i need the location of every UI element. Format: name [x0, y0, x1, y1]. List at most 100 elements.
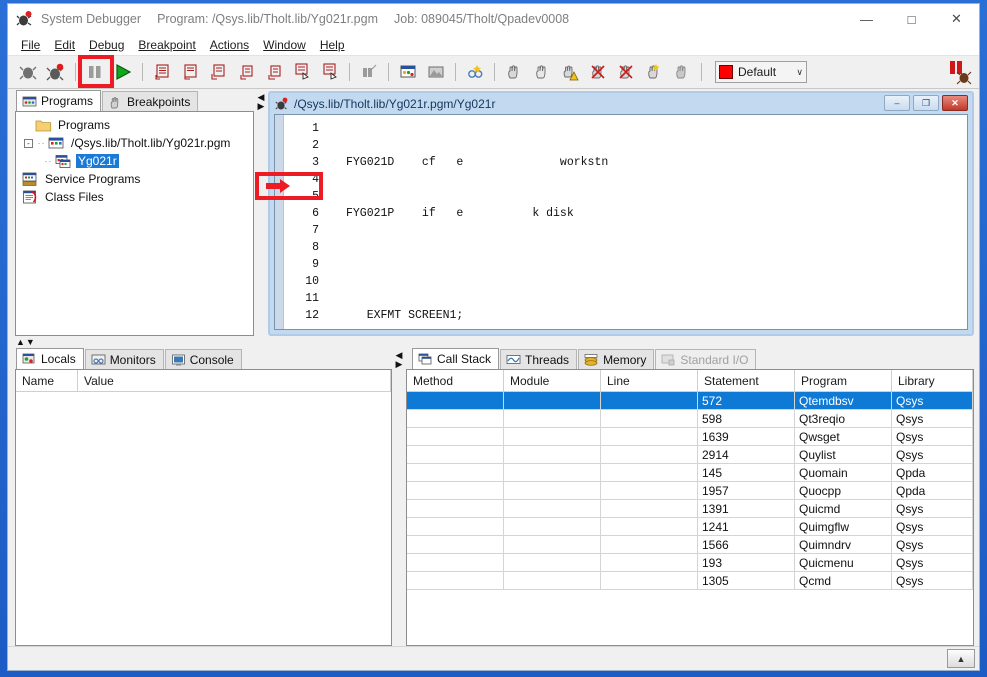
column-header-value[interactable]: Value: [78, 370, 391, 392]
run-to-cursor-icon[interactable]: [318, 60, 342, 84]
cell-statement: 1566: [698, 536, 795, 554]
remove-breakpoint-icon[interactable]: [586, 60, 610, 84]
menu-actions[interactable]: Actions: [203, 36, 256, 54]
locals-grid[interactable]: Name Value: [15, 369, 392, 646]
source-code[interactable]: FYG021D cf e workstn FYG021P if e k disk…: [322, 120, 967, 329]
collapse-icon[interactable]: -: [24, 138, 33, 148]
table-row[interactable]: 2914 Quylist Qsys: [407, 446, 973, 464]
splitter-down-arrow[interactable]: ▼: [26, 338, 35, 347]
tree-node-class-files[interactable]: Class Files: [20, 188, 253, 206]
table-row[interactable]: 572 Qtemdbsv Qsys: [407, 392, 973, 410]
tree-node-module-yg021r[interactable]: ·· Yg021r: [20, 152, 253, 170]
lower-vertical-splitter[interactable]: ◀ ▶: [392, 349, 406, 646]
cell-method: [407, 446, 504, 464]
editor-gutter[interactable]: [275, 115, 284, 329]
vertical-splitter[interactable]: ◀ ▶: [254, 91, 268, 336]
menu-window[interactable]: Window: [256, 36, 313, 54]
step-return-icon[interactable]: [206, 60, 230, 84]
tab-programs[interactable]: Programs: [16, 90, 102, 111]
tab-locals-label: Locals: [41, 352, 76, 366]
column-header-name[interactable]: Name: [16, 370, 78, 392]
column-header-program[interactable]: Program: [795, 370, 892, 392]
step-over-icon[interactable]: [178, 60, 202, 84]
splitter-right-arrow[interactable]: ▶: [258, 102, 265, 111]
cell-program: Quomain: [795, 464, 892, 482]
table-row[interactable]: 1305 Qcmd Qsys: [407, 572, 973, 590]
cell-program: Quimgflw: [795, 518, 892, 536]
code-area[interactable]: 1 2 3 4 5 6 7 8 9 10 11 12 FYG021D cf e …: [274, 114, 968, 330]
menu-edit[interactable]: Edit: [47, 36, 82, 54]
tree-node-service-programs[interactable]: Service Programs: [20, 170, 253, 188]
tree-node-program-pgm[interactable]: - ·· /Qsys.lib/Tholt.lib/Yg021r.pgm: [20, 134, 253, 152]
cell-method: [407, 554, 504, 572]
debug-attach-icon[interactable]: [16, 60, 40, 84]
run-to-line-icon[interactable]: [290, 60, 314, 84]
step-out-icon[interactable]: [234, 60, 258, 84]
tab-monitors[interactable]: Monitors: [84, 349, 164, 369]
splitter-right-arrow[interactable]: ▶: [396, 360, 403, 369]
column-header-line[interactable]: Line: [601, 370, 698, 392]
breakpoint-hand-icon[interactable]: [502, 60, 526, 84]
tab-breakpoints[interactable]: Breakpoints: [102, 91, 199, 111]
column-header-library[interactable]: Library: [892, 370, 973, 392]
new-breakpoint-icon[interactable]: [670, 60, 694, 84]
programs-tree[interactable]: Programs - ·· /Qsys.lib/Tholt.lib/Yg021r…: [15, 111, 254, 336]
tree-expander-program[interactable]: -: [22, 138, 35, 148]
module-icon[interactable]: [357, 60, 381, 84]
table-row[interactable]: 193 Quicmenu Qsys: [407, 554, 973, 572]
editor-close-button[interactable]: ✕: [942, 95, 968, 111]
step-into-icon[interactable]: [150, 60, 174, 84]
tab-console[interactable]: Console: [164, 349, 242, 369]
breakpoint-disable-icon[interactable]: [530, 60, 554, 84]
cell-module: [504, 482, 601, 500]
column-header-module[interactable]: Module: [504, 370, 601, 392]
line-number: 4: [312, 173, 319, 186]
cell-line: [601, 428, 698, 446]
tab-threads[interactable]: Threads: [500, 349, 578, 369]
menu-debug-label: Debug: [89, 37, 125, 52]
run-resume-icon[interactable]: [111, 60, 135, 84]
editor-minimize-button[interactable]: –: [884, 95, 910, 111]
resize-grip[interactable]: ▲: [947, 649, 975, 668]
maximize-button[interactable]: □: [889, 4, 934, 34]
pause-icon[interactable]: [83, 60, 107, 84]
pause-bug-icon[interactable]: [945, 59, 973, 85]
column-header-statement[interactable]: Statement: [698, 370, 795, 392]
add-program-icon[interactable]: [396, 60, 420, 84]
breakpoint-toggle-icon[interactable]: [642, 60, 666, 84]
menu-help-label: Help: [319, 37, 345, 52]
menu-file[interactable]: File: [14, 36, 47, 54]
callstack-grid[interactable]: Method Module Line Statement Program Lib…: [406, 369, 974, 646]
table-row[interactable]: 1566 Quimndrv Qsys: [407, 536, 973, 554]
menu-file-label: File: [21, 37, 41, 52]
menu-debug[interactable]: Debug: [82, 36, 131, 54]
menu-breakpoint[interactable]: Breakpoint: [131, 36, 202, 54]
minimize-button[interactable]: —: [844, 4, 889, 34]
table-row[interactable]: 145 Quomain Qpda: [407, 464, 973, 482]
splitter-up-arrow[interactable]: ▲: [16, 338, 25, 347]
debug-breakpoint-bug-icon[interactable]: [44, 60, 68, 84]
tree-label-module-yg021r: Yg021r: [76, 154, 119, 168]
table-row[interactable]: 1957 Quocpp Qpda: [407, 482, 973, 500]
table-row[interactable]: 1241 Quimgflw Qsys: [407, 518, 973, 536]
new-watch-icon[interactable]: [463, 60, 487, 84]
breakpoint-warning-icon[interactable]: [558, 60, 582, 84]
remove-all-breakpoints-icon[interactable]: [614, 60, 638, 84]
tab-memory[interactable]: Memory: [578, 349, 655, 369]
table-row[interactable]: 1639 Qwsget Qsys: [407, 428, 973, 446]
editor-restore-button[interactable]: ❐: [913, 95, 939, 111]
menu-help[interactable]: Help: [313, 36, 352, 54]
step-next-icon[interactable]: [262, 60, 286, 84]
tab-locals[interactable]: Locals: [16, 348, 84, 369]
programs-tabstrip: Programs Breakpoints: [10, 90, 254, 111]
close-button[interactable]: ✕: [934, 4, 979, 34]
cell-library: Qsys: [892, 572, 973, 590]
table-row[interactable]: 598 Qt3reqio Qsys: [407, 410, 973, 428]
table-row[interactable]: 1391 Quicmd Qsys: [407, 500, 973, 518]
view-source-icon[interactable]: [424, 60, 448, 84]
column-header-method[interactable]: Method: [407, 370, 504, 392]
tree-node-programs[interactable]: Programs: [20, 116, 253, 134]
tab-call-stack[interactable]: Call Stack: [412, 348, 500, 369]
debug-profile-combo[interactable]: Default ∨: [715, 61, 807, 83]
tab-standard-io[interactable]: Standard I/O: [655, 349, 757, 369]
